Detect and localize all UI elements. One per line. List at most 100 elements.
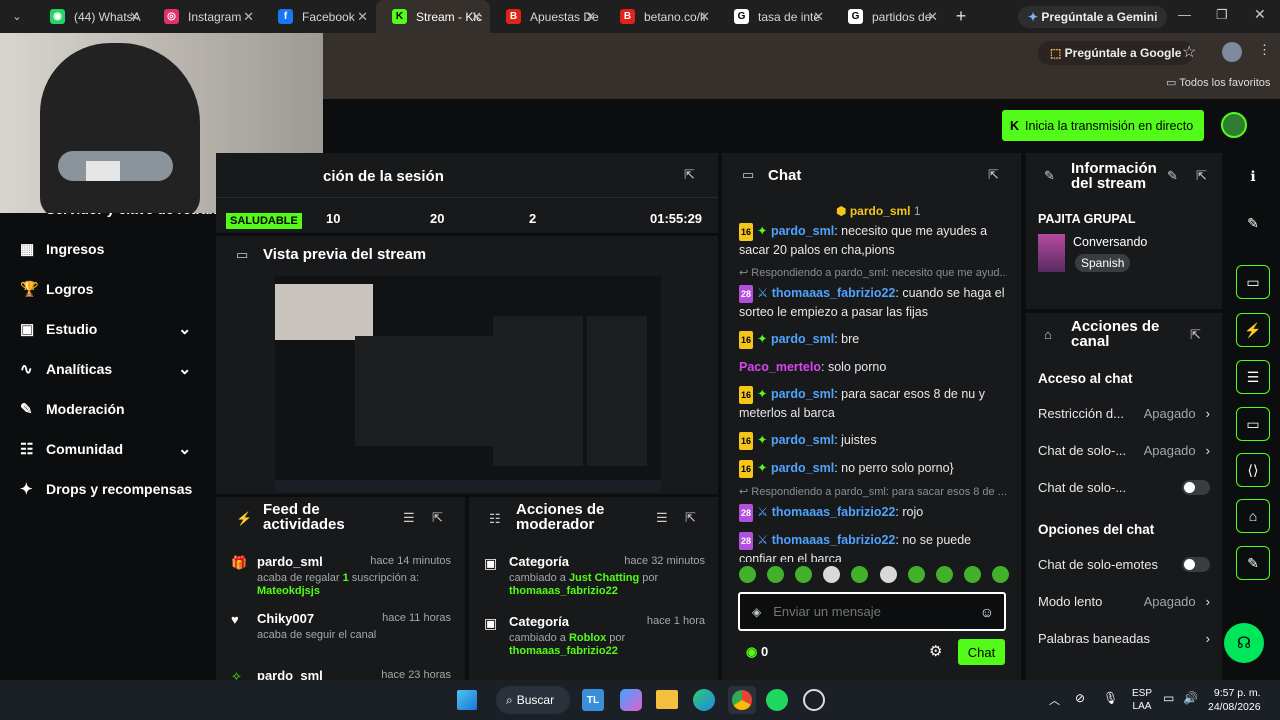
expand-icon[interactable]: ⇱ <box>1190 327 1201 343</box>
tab-whatsapp[interactable]: ◉ (44) WhatsA ✕ <box>34 0 148 33</box>
filter-icon[interactable]: ☰ <box>656 510 668 526</box>
chat-username[interactable]: thomaaas_fabrizio22 <box>772 505 896 519</box>
minimize-button[interactable]: — <box>1178 7 1191 22</box>
microphone-icon[interactable]: 🎙 <box>1103 691 1118 705</box>
pinned-user[interactable]: ⬢ pardo_sml 1 <box>836 204 921 218</box>
menu-icon[interactable]: ⋮ <box>1258 42 1271 58</box>
chat-message[interactable]: ↩ Respondiendo a pardo_sml: para sacar e… <box>739 483 1007 522</box>
expand-icon[interactable]: ⇱ <box>685 510 696 526</box>
tab-betano[interactable]: Bbetano.co/li ✕ <box>604 0 718 33</box>
emote-icon[interactable] <box>739 566 756 583</box>
chat-username[interactable]: pardo_sml <box>771 332 834 346</box>
edge-icon[interactable] <box>693 689 715 711</box>
close-tab-icon[interactable]: ✕ <box>585 9 596 25</box>
setting-control[interactable] <box>1182 480 1210 495</box>
expand-icon[interactable]: ⇱ <box>1196 168 1207 184</box>
tab-betano[interactable]: B Apuestas De ✕ <box>490 0 604 33</box>
chat-message[interactable]: 16 ✦ pardo_sml: no perro solo porno} <box>739 459 1007 478</box>
expand-icon[interactable]: ⇱ <box>988 167 999 183</box>
sidebar-item-4[interactable]: ✎ Moderación <box>0 389 216 429</box>
setting-control[interactable]: Apagado › <box>1144 406 1210 421</box>
close-tab-icon[interactable]: ✕ <box>129 9 140 25</box>
chat-message[interactable]: 16 ✦ pardo_sml: bre <box>739 330 1007 349</box>
mod-user[interactable]: thomaaas_fabrizio22 <box>509 645 625 658</box>
close-tab-icon[interactable]: ✕ <box>471 9 482 25</box>
feed-target-user[interactable]: Mateokdjsjs <box>257 585 419 598</box>
emote-icon[interactable] <box>907 566 925 583</box>
monitor-icon[interactable]: ▭ <box>1163 691 1174 705</box>
chevron-down-icon[interactable]: ⌄ <box>178 439 191 459</box>
tab-instagram[interactable]: ◎ Instagram ✕ <box>148 0 262 33</box>
taskbar-search[interactable]: ⌕ Buscar <box>496 686 570 714</box>
lightning-toggle-icon[interactable]: ⚡ <box>1236 313 1270 347</box>
setting-control[interactable]: Apagado › <box>1144 443 1210 458</box>
info-icon[interactable]: ℹ <box>1236 159 1270 193</box>
all-favorites-folder[interactable]: ▭ Todos los favoritos <box>1166 76 1270 89</box>
close-tab-icon[interactable]: ✕ <box>927 9 938 25</box>
sidebar-item-2[interactable]: ▣ Estudio ⌄ <box>0 309 216 349</box>
chat-username[interactable]: pardo_sml <box>771 433 834 447</box>
expand-icon[interactable]: ⇱ <box>432 510 443 526</box>
emote-icon[interactable] <box>991 566 1009 583</box>
setting-control[interactable] <box>1182 557 1210 572</box>
chat-message[interactable]: 28 ⚔ thomaaas_fabrizio22: no se puede con… <box>739 531 1007 562</box>
emote-icon[interactable] <box>795 566 813 583</box>
chrome-icon[interactable] <box>728 686 756 714</box>
emote-icon[interactable] <box>963 566 981 583</box>
setting-row[interactable]: Chat de solo-emotes <box>1038 546 1210 583</box>
setting-control[interactable]: › <box>1196 631 1210 646</box>
feed-user[interactable]: Chiky007 <box>257 611 314 626</box>
emote-icon[interactable] <box>935 566 953 583</box>
chat-input[interactable]: ◈ ☺ <box>738 592 1006 631</box>
close-tab-icon[interactable]: ✕ <box>243 9 254 25</box>
start-button[interactable] <box>457 690 477 710</box>
emote-icon[interactable] <box>767 566 785 583</box>
copilot-icon[interactable] <box>620 689 642 711</box>
chat-username[interactable]: Paco_mertelo <box>739 360 821 374</box>
stamp-toggle-icon[interactable]: ⌂ <box>1236 499 1270 533</box>
feed-user[interactable]: pardo_sml <box>257 554 323 569</box>
chat-message[interactable]: 16 ✦ pardo_sml: juistes <box>739 431 1007 450</box>
volume-icon[interactable]: 🔊 <box>1183 691 1198 705</box>
tab-google[interactable]: Gtasa de inte ✕ <box>718 0 832 33</box>
wrench-toggle-icon[interactable]: ✎ <box>1236 546 1270 580</box>
chat-toggle-icon[interactable]: ▭ <box>1236 407 1270 441</box>
chat-username[interactable]: thomaaas_fabrizio22 <box>772 533 896 547</box>
chat-username[interactable]: pardo_sml <box>771 224 834 238</box>
edit-icon[interactable]: ✎ <box>1167 168 1178 184</box>
sidebar-item-5[interactable]: ☷ Comunidad ⌄ <box>0 429 216 469</box>
user-avatar[interactable] <box>1221 112 1247 138</box>
close-window-button[interactable]: ✕ <box>1254 6 1266 23</box>
tab-search-dropdown-icon[interactable]: ⌄ <box>0 10 34 23</box>
taskbar-app-tl[interactable]: TL <box>582 689 604 711</box>
close-tab-icon[interactable]: ✕ <box>357 9 368 25</box>
google-button[interactable]: ⬚ Pregúntale a Google <box>1038 41 1194 65</box>
pen-icon[interactable]: ✎ <box>1236 206 1270 240</box>
chat-message[interactable]: 16 ✦ pardo_sml: para sacar esos 8 de nu y… <box>739 385 1007 422</box>
go-live-button[interactable]: K Inicia la transmisión en directo <box>1002 110 1204 141</box>
file-explorer-icon[interactable] <box>656 690 678 709</box>
chat-username[interactable]: thomaaas_fabrizio22 <box>772 286 896 300</box>
tab-google[interactable]: Gpartidos de ✕ <box>832 0 946 33</box>
setting-control[interactable]: Apagado › <box>1144 594 1210 609</box>
network-icon[interactable]: ⊘ <box>1075 691 1085 705</box>
profile-avatar[interactable] <box>1222 42 1242 62</box>
expand-icon[interactable]: ⇱ <box>684 167 695 183</box>
emoji-icon[interactable]: ☺ <box>980 604 994 620</box>
new-tab-button[interactable]: + <box>946 6 976 27</box>
settings-icon[interactable]: ⚙ <box>929 642 942 660</box>
chat-message[interactable]: ↩ Respondiendo a pardo_sml: necesito que… <box>739 264 1007 321</box>
spotify-icon[interactable] <box>766 689 788 711</box>
toggle-switch[interactable] <box>1182 480 1210 495</box>
message-input[interactable] <box>773 604 980 619</box>
stream-preview-video[interactable] <box>275 276 661 492</box>
bookmark-star-icon[interactable]: ☆ <box>1182 42 1196 62</box>
toggle-switch[interactable] <box>1182 557 1210 572</box>
sidebar-item-6[interactable]: ✦ Drops y recompensas <box>0 469 216 509</box>
chevron-down-icon[interactable]: ⌄ <box>178 359 191 379</box>
emote-icon[interactable] <box>879 566 897 583</box>
obs-icon[interactable] <box>803 689 825 711</box>
list-toggle-icon[interactable]: ☰ <box>1236 360 1270 394</box>
close-tab-icon[interactable]: ✕ <box>813 9 824 25</box>
sidebar-item-1[interactable]: 🏆 Logros <box>0 269 216 309</box>
